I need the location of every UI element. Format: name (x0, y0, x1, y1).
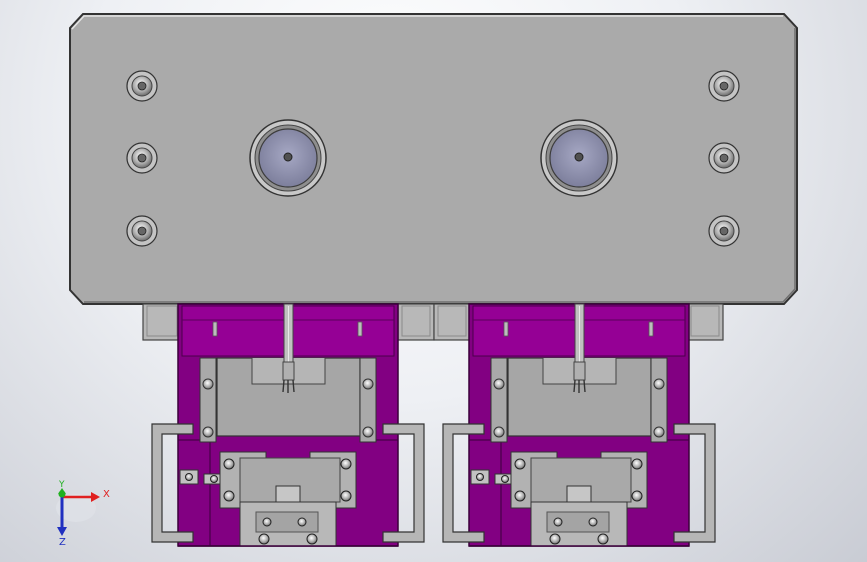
bolt-icon (306, 533, 318, 545)
bolt-icon (476, 473, 484, 481)
rail-bolt-icon (362, 426, 374, 438)
rail-bolt-icon (653, 426, 665, 438)
bolt-icon (553, 517, 563, 527)
screw-icon[interactable] (126, 215, 158, 247)
bolt-icon (258, 533, 270, 545)
rail-bolt-icon (493, 378, 505, 390)
bolt-icon (340, 490, 352, 502)
axis-triad-icon[interactable]: X Y Z (56, 480, 110, 548)
bolt-icon (340, 458, 352, 470)
module-right[interactable] (442, 303, 716, 547)
rail-bolt-icon (493, 426, 505, 438)
bolt-icon (631, 490, 643, 502)
rail-bolt-icon (362, 378, 374, 390)
axis-x-label: X (103, 489, 110, 500)
bolt-icon (210, 475, 218, 483)
screw-icon[interactable] (126, 70, 158, 102)
plate-body (69, 13, 798, 305)
rail-bolt-icon (653, 378, 665, 390)
bolt-icon (514, 458, 526, 470)
axis-y-label: Y (58, 480, 65, 490)
bolt-icon (297, 517, 307, 527)
bolt-icon (631, 458, 643, 470)
rail-bolt-icon (202, 426, 214, 438)
screw-icon[interactable] (708, 215, 740, 247)
spacer-block[interactable] (433, 303, 471, 341)
guide-bushing-right[interactable] (540, 119, 618, 197)
bolt-icon (549, 533, 561, 545)
bolt-icon (223, 458, 235, 470)
spacer-block[interactable] (686, 303, 724, 341)
axis-z-label: Z (59, 537, 66, 548)
upper-die-plate[interactable] (69, 13, 798, 305)
punch-pin[interactable] (573, 303, 586, 393)
bolt-icon (514, 490, 526, 502)
screw-icon[interactable] (708, 70, 740, 102)
bolt-icon (501, 475, 509, 483)
rail-bolt-icon (202, 378, 214, 390)
screw-icon[interactable] (126, 142, 158, 174)
guide-bushing-left[interactable] (249, 119, 327, 197)
bolt-icon (185, 473, 193, 481)
spacer-block[interactable] (397, 303, 435, 341)
punch-pin[interactable] (282, 303, 295, 393)
module-left[interactable] (151, 303, 425, 547)
screw-icon[interactable] (708, 142, 740, 174)
spacer-block[interactable] (142, 303, 182, 341)
bolt-icon (597, 533, 609, 545)
cad-viewport[interactable]: X Y Z (0, 0, 867, 562)
bolt-icon (223, 490, 235, 502)
bolt-icon (588, 517, 598, 527)
bolt-icon (262, 517, 272, 527)
